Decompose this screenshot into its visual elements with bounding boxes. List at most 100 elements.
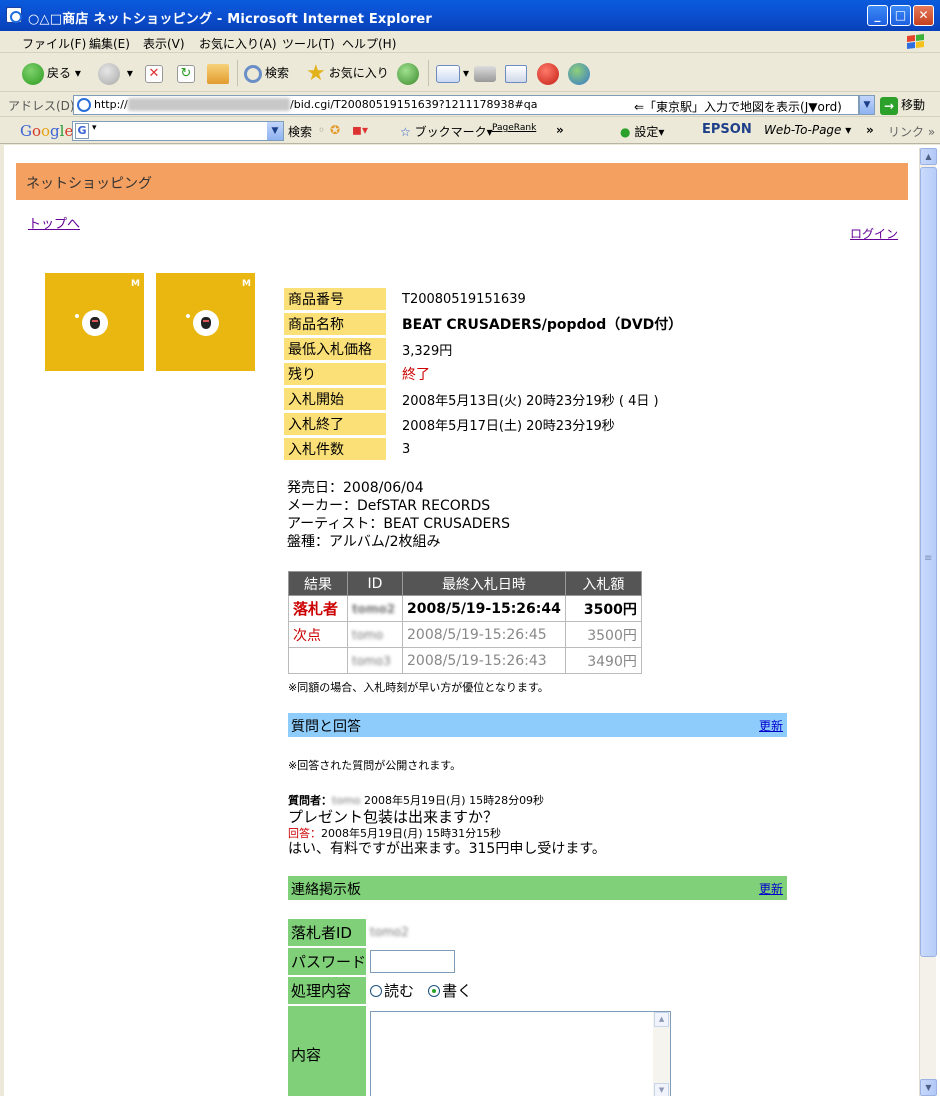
back-button[interactable]: 戻る ▾ xyxy=(22,61,81,85)
menu-file[interactable]: ファイル(F) xyxy=(22,35,86,52)
title-bar[interactable]: ○△□商店 ネットショッピング - Microsoft Internet Exp… xyxy=(0,0,940,31)
disc-type: 盤種：アルバム/2枚組み xyxy=(287,534,441,550)
table-row: 商品番号 T20080519151639 xyxy=(284,288,682,310)
edit-button[interactable] xyxy=(505,61,530,85)
password-input[interactable] xyxy=(370,950,456,973)
write-radio[interactable] xyxy=(428,985,441,997)
content-textarea[interactable]: ▲ ▼ xyxy=(370,1011,672,1096)
product-name: BEAT CRUSADERS/popdod（DVD付） xyxy=(402,317,683,333)
home-button[interactable] xyxy=(207,61,232,85)
messenger-button[interactable] xyxy=(568,61,593,85)
menu-help[interactable]: ヘルプ(H) xyxy=(342,35,396,52)
menu-favorites[interactable]: お気に入り(A) xyxy=(199,35,277,52)
password-label: パスワード xyxy=(288,948,367,975)
menu-tools[interactable]: ツール(T) xyxy=(282,35,335,52)
table-row: 残り 終了 xyxy=(284,363,682,385)
google-toolbar: Google G ▾ ▼ 検索 ◦ ✪ ◼▾ ☆ ブックマーク▾ PageRan… xyxy=(0,118,940,144)
bid-start: 2008年5月13日(火) 20時23分19秒 ( 4日 ) xyxy=(402,393,659,409)
scroll-down-icon[interactable]: ▼ xyxy=(654,1083,670,1096)
artist: アーティスト：BEAT CRUSADERS xyxy=(287,516,510,532)
login-link[interactable]: ログイン xyxy=(850,225,898,242)
menu-view[interactable]: 表示(V) xyxy=(143,35,185,52)
qa-update-link[interactable]: 更新 xyxy=(759,717,783,734)
product-number: T20080519151639 xyxy=(402,291,526,307)
star-icon: ★ xyxy=(306,60,326,86)
address-input[interactable]: http://wwwxxxxxxxx.jp/xxx/xxx/xxx/bid.cg… xyxy=(73,95,859,115)
table-row: 入札終了 2008年5月17日(土) 20時23分19秒 xyxy=(284,413,682,435)
table-row: 次点 tomo 2008/5/19-15:26:45 3500円 xyxy=(288,621,642,648)
write-label: 書く xyxy=(442,982,473,1000)
web-to-page-button[interactable]: Web-To-Page ▾ xyxy=(764,123,851,137)
menu-edit[interactable]: 編集(E) xyxy=(89,35,130,52)
menu-bar: ファイル(F) 編集(E) 表示(V) お気に入り(A) ツール(T) ヘルプ(… xyxy=(0,31,940,53)
stop-button[interactable]: ✕ xyxy=(145,61,166,85)
popup-blocker-icon[interactable]: ◼▾ xyxy=(352,123,368,137)
close-button[interactable]: ✕ xyxy=(913,5,934,26)
remaining-status: 終了 xyxy=(402,367,430,383)
qa-section-header: 質問と回答 更新 xyxy=(288,713,787,737)
links-label[interactable]: リンク » xyxy=(888,123,935,140)
toolbar-separator-icon: ◦ xyxy=(318,123,326,137)
product-image-2[interactable]: M xyxy=(156,273,255,371)
google-search-button[interactable]: 検索 xyxy=(288,123,312,140)
product-info-table: 商品番号 T20080519151639 商品名称 BEAT CRUSADERS/p… xyxy=(284,285,682,463)
board-update-link[interactable]: 更新 xyxy=(759,880,783,897)
scroll-down-icon[interactable]: ▼ xyxy=(920,1079,937,1096)
forward-arrow-icon xyxy=(98,62,120,85)
search-icon xyxy=(244,64,262,83)
action-label: 処理内容 xyxy=(288,977,367,1004)
qa-note: ※回答された質問が公開されます。 xyxy=(288,759,462,772)
news-icon[interactable]: ✪ xyxy=(330,123,340,137)
edit-page-icon xyxy=(505,64,527,83)
address-bar: アドレス(D) http://wwwxxxxxxxx.jp/xxx/xxx/xx… xyxy=(0,93,940,117)
window-title: ○△□商店 ネットショッピング - Microsoft Internet Exp… xyxy=(28,12,433,27)
settings-button[interactable]: ● 設定▾ xyxy=(620,123,664,140)
google-g-icon: G xyxy=(75,123,89,139)
pagerank-indicator: PageRank xyxy=(492,123,537,133)
google-search-dropdown[interactable]: ▼ xyxy=(267,122,283,140)
refresh-icon: ↻ xyxy=(177,64,195,83)
col-result: 結果 xyxy=(288,571,348,596)
product-image-1[interactable]: M xyxy=(45,273,144,371)
minimize-button[interactable]: _ xyxy=(867,5,888,26)
back-label: 戻る xyxy=(47,66,72,80)
ie-icon[interactable] xyxy=(6,7,22,23)
bid-count: 3 xyxy=(402,441,411,457)
bear-face-icon xyxy=(193,310,219,336)
read-radio[interactable] xyxy=(370,985,383,997)
url-text: http://wwwxxxxxxxx.jp/xxx/xxx/xxx/bid.cg… xyxy=(94,98,538,111)
mail-button[interactable]: ▾ xyxy=(436,61,469,85)
release-date: 発売日：2008/06/04 xyxy=(287,480,424,496)
more-chevron-icon-2[interactable]: » xyxy=(866,123,874,137)
forward-button[interactable]: ▾ xyxy=(98,61,133,85)
stop-icon: ✕ xyxy=(145,64,163,83)
discuss-button[interactable] xyxy=(537,61,562,85)
go-button[interactable]: → 移動 xyxy=(880,96,925,115)
board-section-header: 連絡掲示板 更新 xyxy=(288,876,787,900)
scroll-up-icon[interactable]: ▲ xyxy=(920,148,937,165)
qa-title: 質問と回答 xyxy=(291,719,361,735)
windows-logo-icon xyxy=(907,34,924,49)
top-link[interactable]: トップへ xyxy=(28,213,80,232)
textarea-scrollbar[interactable]: ▲ ▼ xyxy=(653,1012,671,1096)
google-search-input[interactable]: G ▾ ▼ xyxy=(72,121,284,141)
google-logo[interactable]: Google xyxy=(20,122,73,140)
favorites-button[interactable]: ★ お気に入り xyxy=(306,61,389,85)
bookmarks-button[interactable]: ☆ ブックマーク▾ xyxy=(400,123,493,140)
more-chevron-icon[interactable]: » xyxy=(556,123,564,137)
scroll-thumb[interactable] xyxy=(920,167,937,957)
refresh-button[interactable]: ↻ xyxy=(177,61,198,85)
board-form: 落札者ID tomo2 パスワード 処理内容 読む 書く 内容 ▲ ▼ xyxy=(288,917,672,1096)
address-dropdown[interactable]: ▼ xyxy=(859,95,875,115)
print-button[interactable] xyxy=(474,61,499,85)
go-arrow-icon: → xyxy=(880,96,898,115)
scroll-up-icon[interactable]: ▲ xyxy=(654,1012,670,1027)
bear-face-icon xyxy=(82,310,108,336)
search-button[interactable]: 検索 xyxy=(244,61,289,85)
page-scrollbar[interactable]: ▲ ▼ xyxy=(919,148,937,1096)
research-icon xyxy=(537,62,559,85)
settings-icon: ● xyxy=(620,125,631,139)
history-button[interactable] xyxy=(397,61,422,85)
maximize-button[interactable]: □ xyxy=(890,5,911,26)
back-arrow-icon xyxy=(22,62,44,85)
